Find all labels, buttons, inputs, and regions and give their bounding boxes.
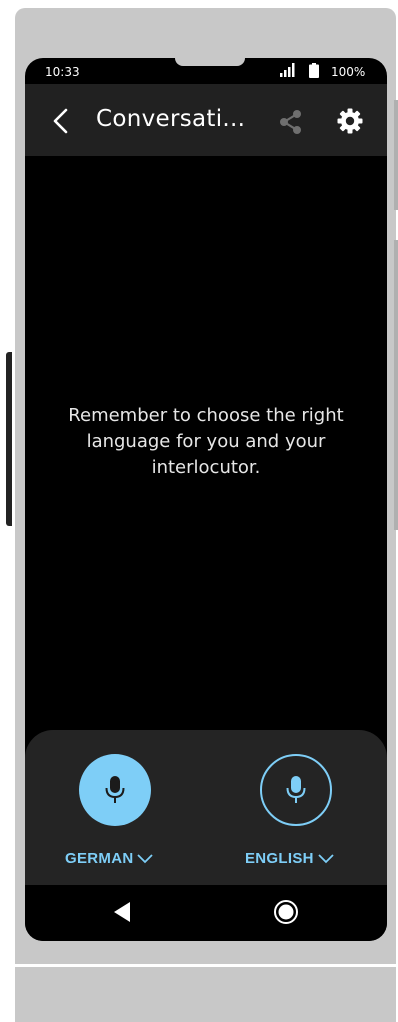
chevron-down-icon <box>318 851 334 868</box>
german-mic-button[interactable] <box>79 754 151 826</box>
page-title: Conversati... <box>96 106 246 132</box>
chevron-down-icon <box>137 851 154 868</box>
phone-screen: 10:33 100% Conversati... Remember to cho… <box>25 58 387 941</box>
english-language-selector[interactable]: ENGLISH <box>245 850 334 868</box>
system-nav-bar <box>25 885 387 941</box>
german-language-label: GERMAN <box>65 850 134 867</box>
german-language-selector[interactable]: GERMAN <box>65 850 154 868</box>
hint-message: Remember to choose the right language fo… <box>68 405 344 478</box>
device-chin-divider <box>15 964 396 967</box>
microphone-icon <box>286 776 306 803</box>
english-mic-button[interactable] <box>260 754 332 826</box>
nav-home-circle-icon[interactable] <box>273 899 299 929</box>
status-time: 10:33 <box>45 65 80 79</box>
device-right-button-lower <box>394 240 398 530</box>
language-panel: GERMAN ENGLISH <box>25 730 387 885</box>
back-arrow-icon[interactable] <box>51 108 71 134</box>
camera-notch <box>175 58 245 66</box>
app-bar: Conversati... <box>25 84 387 156</box>
signal-icon <box>279 63 295 80</box>
english-language-label: ENGLISH <box>245 850 314 867</box>
microphone-icon <box>105 776 125 803</box>
battery-percent: 100% <box>331 65 366 79</box>
settings-gear-icon[interactable] <box>336 107 364 135</box>
device-right-button-upper <box>394 100 398 210</box>
share-icon[interactable] <box>277 108 305 136</box>
nav-back-triangle-icon[interactable] <box>113 901 131 927</box>
battery-icon <box>309 63 319 81</box>
device-side-button <box>6 352 12 526</box>
